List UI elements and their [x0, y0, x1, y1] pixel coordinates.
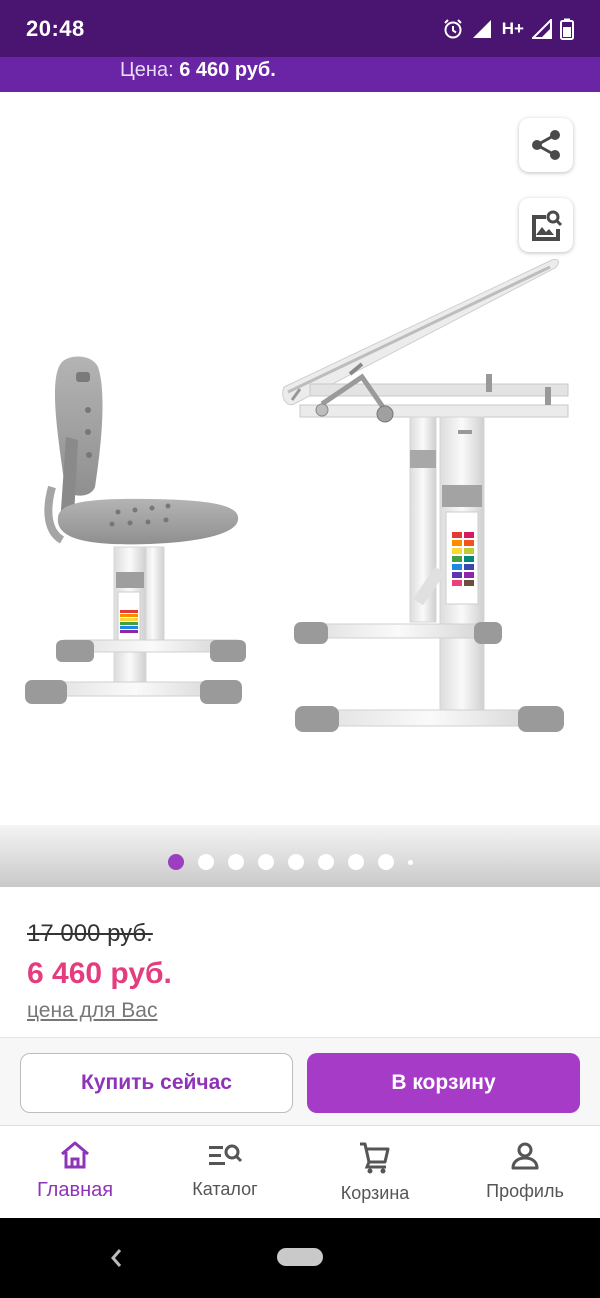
nav-item-home[interactable]: Главная [0, 1126, 150, 1218]
home-icon [61, 1141, 89, 1169]
bottom-navigation: Главная Каталог Корзина Профиль [0, 1125, 600, 1218]
add-to-cart-button[interactable]: В корзину [307, 1053, 580, 1113]
gallery-dot[interactable] [287, 854, 304, 870]
signal-icon [472, 19, 494, 39]
nav-item-cart[interactable]: Корзина [300, 1126, 450, 1218]
sticky-price-value: 6 460 руб. [179, 59, 276, 81]
network-type-label: H+ [501, 18, 524, 38]
sticky-price-label: Цена: [120, 59, 174, 81]
alarm-icon [442, 18, 464, 40]
gallery-dot[interactable] [167, 854, 184, 870]
nav-item-catalog[interactable]: Каталог [150, 1126, 300, 1218]
nav-label-cart: Корзина [340, 1183, 410, 1203]
product-image[interactable] [0, 92, 600, 852]
action-bar: Купить сейчас В корзину [0, 1037, 600, 1125]
current-price: 6 460 руб. [27, 957, 172, 990]
old-price: 17 000 руб. [27, 920, 153, 947]
home-pill-button[interactable] [277, 1248, 323, 1266]
gallery-dot[interactable] [227, 854, 244, 870]
system-navigation-bar [0, 1218, 600, 1298]
gallery-dot[interactable] [377, 854, 394, 870]
battery-icon [560, 18, 574, 40]
sticky-price: Цена: 6 460 руб. [120, 59, 276, 82]
product-gallery[interactable] [0, 92, 600, 887]
gallery-dot[interactable] [347, 854, 364, 870]
sticky-price-bar: Цена: 6 460 руб. [0, 57, 600, 92]
nav-label-catalog: Каталог [192, 1179, 258, 1199]
cart-icon [360, 1142, 390, 1174]
signal-icon [532, 18, 552, 39]
gallery-dot[interactable] [257, 854, 274, 870]
price-for-you-link[interactable]: цена для Вас [27, 999, 157, 1023]
nav-label-profile: Профиль [486, 1181, 564, 1201]
status-icons: H+ [442, 18, 574, 40]
status-bar: 20:48 H+ [0, 0, 600, 57]
person-icon [511, 1142, 539, 1170]
product-screen: 20:48 H+ Цена: 6 460 руб. 17 000 руб. 6 … [0, 0, 600, 1218]
buy-now-button[interactable]: Купить сейчас [20, 1053, 293, 1113]
gallery-dot-more [407, 859, 413, 865]
share-icon [532, 130, 560, 160]
status-time: 20:48 [26, 15, 85, 41]
image-search-icon [532, 210, 563, 241]
gallery-pagination[interactable] [0, 852, 600, 872]
gallery-dot[interactable] [317, 854, 334, 870]
gallery-dot[interactable] [197, 854, 214, 870]
nav-label-home: Главная [36, 1179, 114, 1201]
image-search-button[interactable] [519, 198, 573, 252]
catalog-search-icon [209, 1144, 243, 1165]
price-section: 17 000 руб. 6 460 руб. цена для Вас [0, 887, 600, 1037]
nav-item-profile[interactable]: Профиль [450, 1126, 600, 1218]
share-button[interactable] [519, 118, 573, 172]
back-icon[interactable] [106, 1244, 126, 1272]
